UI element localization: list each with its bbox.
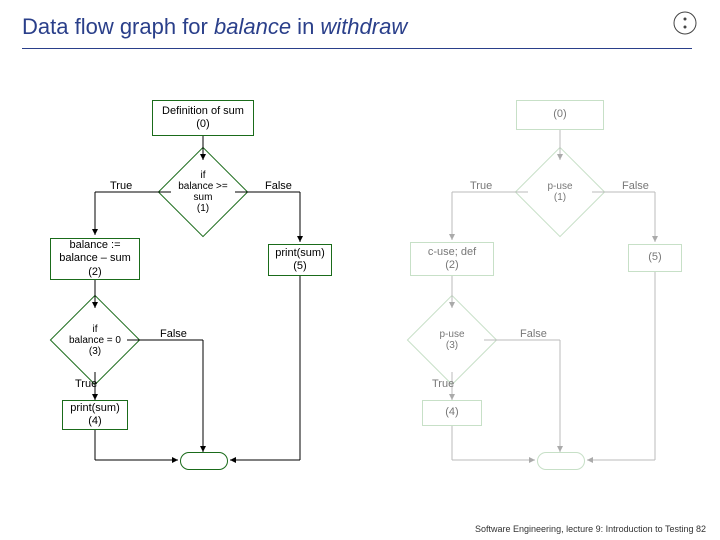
right-merge-pill [537,452,585,470]
right-true-1-label: True [470,180,492,192]
right-node-4: (4) [422,400,482,426]
right-false-1-label: False [622,180,649,192]
right-node-5: (5) [628,244,682,272]
left-node-4: print(sum) (4) [62,400,128,430]
left-merge-pill [180,452,228,470]
flowchart-diagram: Definition of sum (0) if balance >= sum … [0,80,720,500]
right-decision-3: p-use (3) [420,308,484,372]
left-false-3-label: False [160,328,187,340]
globe-icon [672,10,698,36]
title-part4: withdraw [320,14,407,39]
arrows-layer [0,80,720,500]
left-decision-1-text: if balance >= sum (1) [178,170,228,214]
title-part2: balance [214,14,291,39]
title-underline [22,48,692,49]
left-decision-3: if balance = 0 (3) [63,308,127,372]
footer-text: Software Engineering, lecture 9: Introdu… [475,524,706,534]
left-node-2: balance := balance – sum (2) [50,238,140,280]
left-decision-3-text: if balance = 0 (3) [69,324,121,357]
left-node-0: Definition of sum (0) [152,100,254,136]
right-decision-1-text: p-use (1) [547,181,572,203]
right-true-3-label: True [432,378,454,390]
left-node-5: print(sum) (5) [268,244,332,276]
title-part1: Data flow graph for [22,14,214,39]
left-false-1-label: False [265,180,292,192]
left-true-1-label: True [110,180,132,192]
right-node-2: c-use; def (2) [410,242,494,276]
right-decision-1: p-use (1) [528,160,592,224]
right-node-0: (0) [516,100,604,130]
slide-title: Data flow graph for balance in withdraw [22,14,407,40]
left-decision-1: if balance >= sum (1) [171,160,235,224]
title-part3: in [291,14,320,39]
left-true-3-label: True [75,378,97,390]
right-false-3-label: False [520,328,547,340]
right-decision-3-text: p-use (3) [439,329,464,351]
